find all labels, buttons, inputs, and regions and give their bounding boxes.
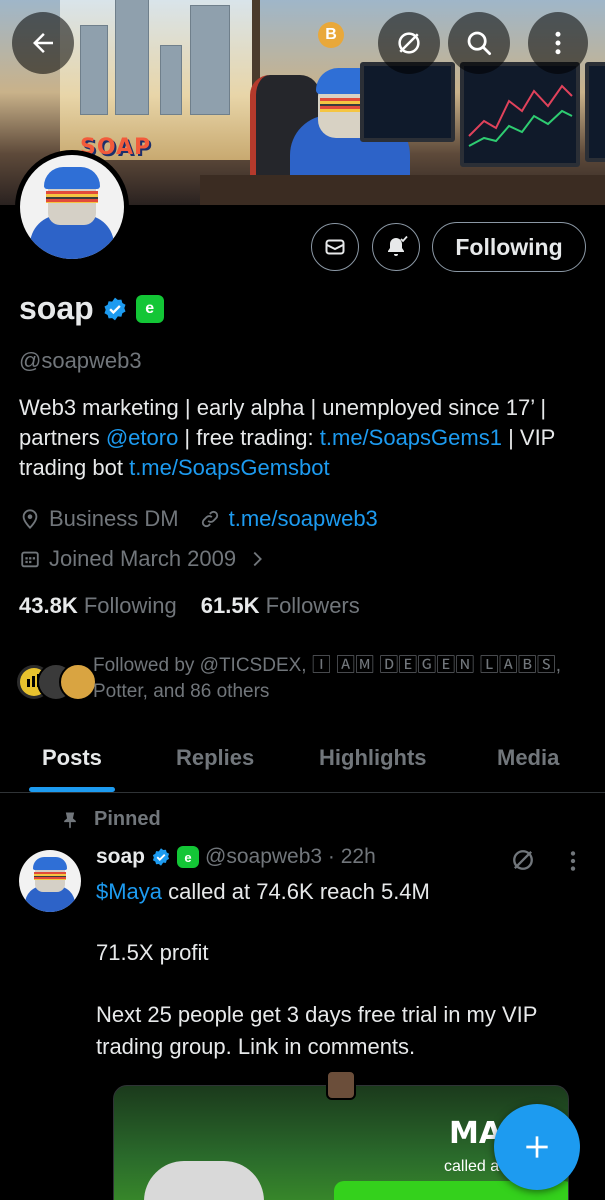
profile-handle: @soapweb3 xyxy=(19,348,142,373)
active-tab-indicator xyxy=(29,787,115,792)
link-icon xyxy=(201,510,218,528)
post-author-handle-time: @soapweb3 · 22h xyxy=(205,845,376,868)
notifications-button[interactable] xyxy=(372,223,420,271)
plus-icon xyxy=(526,1136,548,1158)
grok-icon xyxy=(398,32,420,54)
chevron-right-icon xyxy=(253,551,263,567)
profile-tabs: Posts Replies Highlights Media xyxy=(0,735,605,793)
search-icon xyxy=(467,31,491,55)
banner-building xyxy=(115,0,149,115)
more-vertical-icon xyxy=(555,31,561,55)
cashtag-link[interactable]: $Maya xyxy=(96,879,162,904)
bio-line: trading bot t.me/SoapsGemsbot xyxy=(19,455,330,480)
bio-line: partners @etoro | free trading: t.me/Soa… xyxy=(19,425,556,450)
post-text-line: trading group. Link in comments. xyxy=(96,1034,416,1059)
arrow-left-icon xyxy=(33,33,53,53)
following-stat[interactable]: 43.8K Following xyxy=(19,593,177,619)
trading-link[interactable]: t.me/SoapsGems1 xyxy=(320,425,502,450)
profile-joined: Joined March 2009 xyxy=(49,546,237,571)
post-text-line: $Maya called at 74.6K reach 5.4M xyxy=(96,879,430,904)
profile-joined-row[interactable]: Joined March 2009 xyxy=(19,546,276,572)
banner-monitor xyxy=(460,62,580,167)
message-button[interactable] xyxy=(311,223,359,271)
banner-building xyxy=(80,25,108,115)
search-button[interactable] xyxy=(448,12,510,74)
banner-building xyxy=(160,45,182,115)
verified-badge-icon[interactable] xyxy=(102,296,128,322)
etoro-mention-link[interactable]: @etoro xyxy=(106,425,178,450)
post-author-avatar[interactable] xyxy=(19,850,81,912)
more-vertical-icon[interactable] xyxy=(560,848,586,874)
media-thumb-avatar xyxy=(326,1070,356,1100)
banner-monitor xyxy=(585,62,605,162)
banner-monitor xyxy=(360,62,455,142)
follower-avatar xyxy=(59,663,97,701)
etoro-affiliate-badge: e xyxy=(177,846,200,868)
post-text-line: 71.5X profit xyxy=(96,940,209,965)
post-header: soap e @soapweb3 · 22h xyxy=(96,845,376,869)
profile-meta-row: Business DM t.me/soapweb3 xyxy=(19,506,378,532)
followers-stat[interactable]: 61.5K Followers xyxy=(201,593,360,619)
followed-by-text[interactable]: Followed by @TICSDEX, 🄸 🄰🄼 🄳🄴🄶🄴🄽 🄻🄰🄱🅂, P… xyxy=(93,653,593,705)
banner-building xyxy=(190,5,230,115)
calendar-icon xyxy=(21,551,39,568)
verified-badge-icon xyxy=(152,848,170,866)
back-button[interactable] xyxy=(12,12,74,74)
profile-name: soap xyxy=(19,290,94,326)
grok-button[interactable] xyxy=(378,12,440,74)
pin-icon xyxy=(64,812,76,828)
post-text-line: Next 25 people get 3 days free trial in … xyxy=(96,1002,538,1027)
grok-icon[interactable] xyxy=(509,846,537,874)
more-button[interactable] xyxy=(528,12,588,74)
profile-name-row: soap e xyxy=(19,290,164,327)
media-subtitle: called a xyxy=(444,1158,500,1175)
envelope-icon xyxy=(325,239,345,255)
compose-button[interactable] xyxy=(494,1104,580,1190)
pinned-label: Pinned xyxy=(60,808,161,831)
etoro-affiliate-badge[interactable]: e xyxy=(135,294,164,323)
tab-media[interactable]: Media xyxy=(497,745,559,771)
chart-candles-graphic xyxy=(468,84,573,147)
profile-bio: Web3 marketing | early alpha | unemploye… xyxy=(19,393,599,483)
tab-posts[interactable]: Posts xyxy=(42,745,102,771)
tab-replies[interactable]: Replies xyxy=(176,745,254,771)
profile-stats: 43.8K Following 61.5K Followers xyxy=(19,593,360,619)
profile-avatar[interactable] xyxy=(15,150,129,264)
media-character xyxy=(144,1161,264,1200)
trading-bot-link[interactable]: t.me/SoapsGemsbot xyxy=(129,455,330,480)
banner-desk xyxy=(200,175,605,205)
location-pin-icon xyxy=(22,509,38,530)
bitcoin-icon: B xyxy=(318,22,344,48)
profile-website-link[interactable]: t.me/soapweb3 xyxy=(229,506,378,532)
profile-category: Business DM xyxy=(49,506,179,531)
following-button[interactable]: Following xyxy=(432,222,586,272)
post-author-name[interactable]: soap xyxy=(96,845,145,869)
bio-line: Web3 marketing | early alpha | unemploye… xyxy=(19,395,547,420)
tab-highlights[interactable]: Highlights xyxy=(319,745,427,771)
bell-check-icon xyxy=(388,235,408,256)
